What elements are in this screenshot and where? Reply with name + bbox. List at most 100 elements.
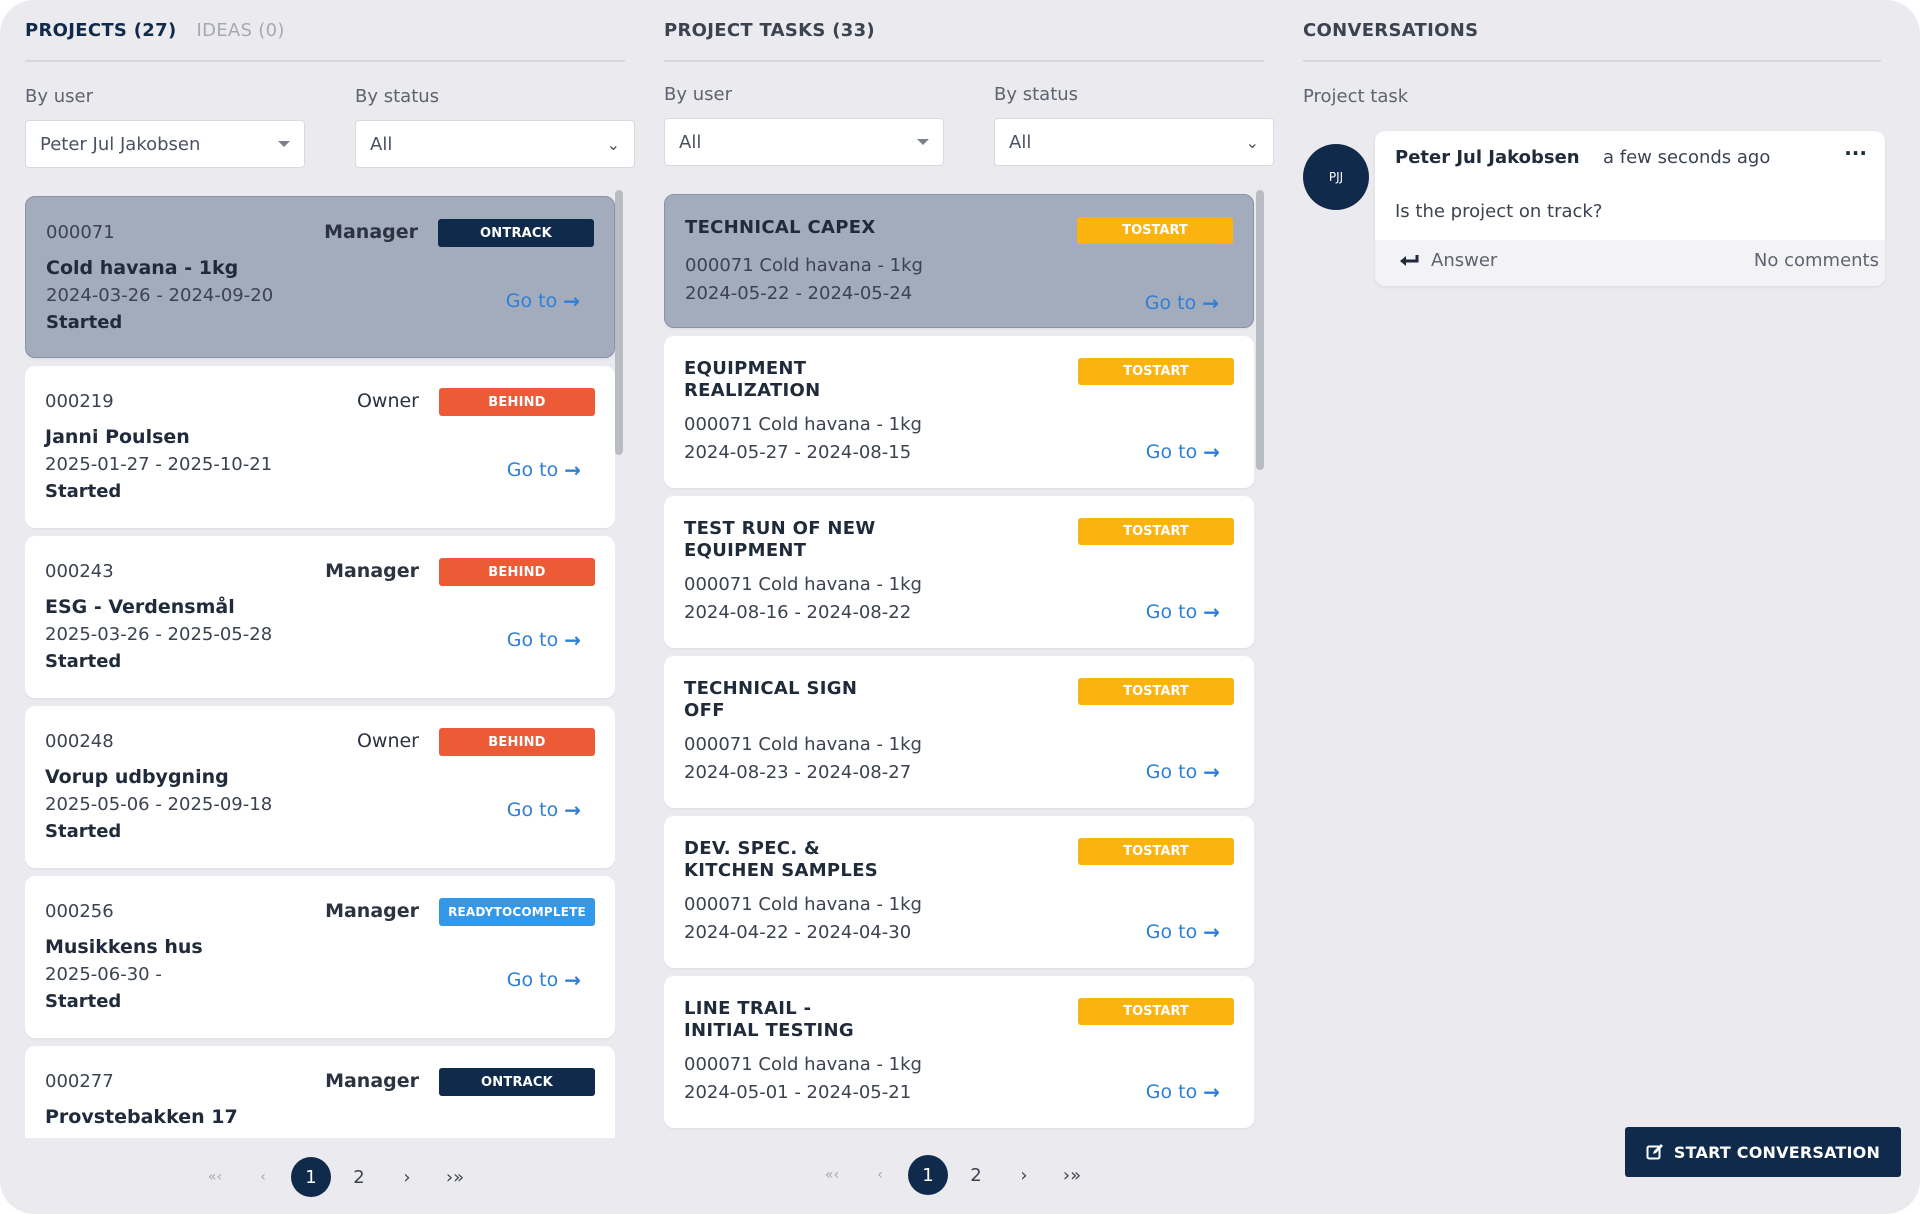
- task-dates: 2024-08-16 - 2024-08-22: [684, 602, 912, 623]
- task-dates: 2024-05-27 - 2024-08-15: [684, 442, 912, 463]
- task-name: TECHNICAL CAPEX: [685, 217, 876, 238]
- more-options-icon[interactable]: ···: [1844, 141, 1867, 165]
- goto-label: Go to: [506, 629, 559, 651]
- tasks-filters: By user All By status All ⌄: [664, 84, 1274, 166]
- status-badge: TOSTART: [1077, 217, 1233, 244]
- last-page-button[interactable]: ›»: [431, 1167, 479, 1188]
- goto-link[interactable]: Go to →: [1146, 1080, 1220, 1104]
- answer-button[interactable]: Answer: [1397, 250, 1497, 271]
- task-project: 000071 Cold havana - 1kg: [685, 255, 923, 276]
- goto-link[interactable]: Go to →: [1146, 600, 1220, 624]
- goto-link[interactable]: Go to →: [1146, 440, 1220, 464]
- status-badge: BEHIND: [439, 388, 595, 416]
- task-project: 000071 Cold havana - 1kg: [684, 1054, 922, 1075]
- filter-label: By status: [994, 84, 1079, 105]
- project-dates: 2024-03-26 - 2024-09-20: [46, 285, 274, 306]
- project-role: Manager: [325, 900, 419, 922]
- projects-filters: By user Peter Jul Jakobsen By status All…: [25, 86, 635, 168]
- projects-status-select[interactable]: All ⌄: [355, 120, 635, 168]
- status-badge: TOSTART: [1078, 838, 1234, 865]
- next-page-button[interactable]: ›: [1000, 1165, 1048, 1186]
- task-project: 000071 Cold havana - 1kg: [684, 414, 922, 435]
- goto-link[interactable]: Go to →: [1146, 920, 1220, 944]
- task-card[interactable]: TECHNICAL CAPEX TOSTART 000071 Cold hava…: [664, 194, 1254, 328]
- task-card[interactable]: LINE TRAIL - INITIAL TESTING TOSTART 000…: [664, 976, 1254, 1128]
- tab-ideas[interactable]: IDEAS (0): [196, 20, 284, 41]
- arrow-right-icon: →: [1203, 920, 1220, 944]
- task-name: LINE TRAIL - INITIAL TESTING: [684, 998, 854, 1041]
- first-page-button[interactable]: «‹: [808, 1167, 856, 1183]
- project-name: Vorup udbygning: [45, 766, 229, 788]
- task-card[interactable]: EQUIPMENT REALIZATION TOSTART 000071 Col…: [664, 336, 1254, 488]
- project-card[interactable]: 000248 Owner BEHIND Vorup udbygning 2025…: [25, 706, 615, 868]
- tasks-tabs: PROJECT TASKS (33): [664, 0, 1264, 62]
- goto-link[interactable]: Go to →: [1146, 760, 1220, 784]
- project-role: Manager: [325, 560, 419, 582]
- project-dates: 2025-06-30 -: [45, 964, 162, 985]
- task-card[interactable]: TECHNICAL SIGN OFF TOSTART 000071 Cold h…: [664, 656, 1254, 808]
- prev-page-button[interactable]: ‹: [856, 1167, 904, 1183]
- project-id: 000248: [45, 731, 114, 752]
- task-card[interactable]: TEST RUN OF NEW EQUIPMENT TOSTART 000071…: [664, 496, 1254, 648]
- last-page-button[interactable]: ›»: [1048, 1165, 1096, 1186]
- chevron-down-icon: ⌄: [1245, 132, 1259, 152]
- edit-icon: [1646, 1144, 1663, 1160]
- tasks-status-select[interactable]: All ⌄: [994, 118, 1274, 166]
- goto-link[interactable]: Go to →: [507, 458, 581, 482]
- goto-link[interactable]: Go to →: [507, 798, 581, 822]
- next-page-button[interactable]: ›: [383, 1167, 431, 1188]
- project-card[interactable]: 000243 Manager BEHIND ESG - Verdensmål 2…: [25, 536, 615, 698]
- tasks-list[interactable]: TECHNICAL CAPEX TOSTART 000071 Cold hava…: [664, 194, 1254, 1132]
- page-1-button[interactable]: 1: [291, 1157, 331, 1197]
- arrow-right-icon: →: [564, 968, 581, 992]
- app-window: PROJECTS (27) IDEAS (0) By user Peter Ju…: [0, 0, 1920, 1214]
- task-project: 000071 Cold havana - 1kg: [684, 734, 922, 755]
- project-name: Provstebakken 17: [45, 1106, 238, 1128]
- arrow-right-icon: →: [1203, 760, 1220, 784]
- task-dates: 2024-05-01 - 2024-05-21: [684, 1082, 912, 1103]
- projects-user-select[interactable]: Peter Jul Jakobsen: [25, 120, 305, 168]
- goto-link[interactable]: Go to →: [506, 289, 580, 313]
- project-role: Manager: [324, 221, 418, 243]
- page-1-button[interactable]: 1: [908, 1155, 948, 1195]
- goto-label: Go to: [506, 969, 559, 991]
- prev-page-button[interactable]: ‹: [239, 1169, 287, 1185]
- message-time: a few seconds ago: [1603, 147, 1771, 168]
- reply-icon: [1400, 254, 1419, 266]
- project-card[interactable]: 000071 Manager ONTRACK Cold havana - 1kg…: [25, 196, 615, 358]
- project-role: Manager: [325, 1070, 419, 1092]
- select-value: All: [1009, 131, 1032, 153]
- project-card[interactable]: 000219 Owner BEHIND Janni Poulsen 2025-0…: [25, 366, 615, 528]
- task-name: EQUIPMENT REALIZATION: [684, 358, 821, 401]
- goto-link[interactable]: Go to →: [507, 628, 581, 652]
- projects-status-filter: By status All ⌄: [355, 86, 635, 168]
- task-dates: 2024-04-22 - 2024-04-30: [684, 922, 912, 943]
- goto-link[interactable]: Go to →: [1145, 291, 1219, 315]
- task-card[interactable]: DEV. SPEC. & KITCHEN SAMPLES TOSTART 000…: [664, 816, 1254, 968]
- page-2-button[interactable]: 2: [952, 1165, 1000, 1186]
- start-conversation-button[interactable]: START CONVERSATION: [1625, 1127, 1901, 1177]
- message-footer: Answer No comments: [1375, 240, 1885, 286]
- projects-list[interactable]: 000071 Manager ONTRACK Cold havana - 1kg…: [25, 196, 615, 1138]
- tasks-user-filter: By user All: [664, 84, 944, 166]
- start-conversation-label: START CONVERSATION: [1673, 1142, 1881, 1162]
- status-badge: ONTRACK: [439, 1068, 595, 1096]
- arrow-right-icon: →: [1202, 291, 1219, 315]
- tasks-user-select[interactable]: All: [664, 118, 944, 166]
- project-card[interactable]: 000277 Manager ONTRACK Provstebakken 17: [25, 1046, 615, 1138]
- project-status: Started: [46, 312, 123, 333]
- message-text: Is the project on track?: [1395, 201, 1603, 222]
- project-card[interactable]: 000256 Manager READYTOCOMPLETE Musikkens…: [25, 876, 615, 1038]
- caret-down-icon: [278, 141, 290, 147]
- goto-label: Go to: [1145, 1081, 1198, 1103]
- goto-label: Go to: [1145, 921, 1198, 943]
- goto-link[interactable]: Go to →: [507, 968, 581, 992]
- projects-scrollbar[interactable]: [615, 190, 623, 455]
- task-project: 000071 Cold havana - 1kg: [684, 894, 922, 915]
- tab-project-tasks[interactable]: PROJECT TASKS (33): [664, 20, 875, 41]
- arrow-right-icon: →: [563, 289, 580, 313]
- tasks-scrollbar[interactable]: [1256, 190, 1264, 470]
- tab-projects[interactable]: PROJECTS (27): [25, 20, 176, 41]
- page-2-button[interactable]: 2: [335, 1167, 383, 1188]
- first-page-button[interactable]: «‹: [191, 1169, 239, 1185]
